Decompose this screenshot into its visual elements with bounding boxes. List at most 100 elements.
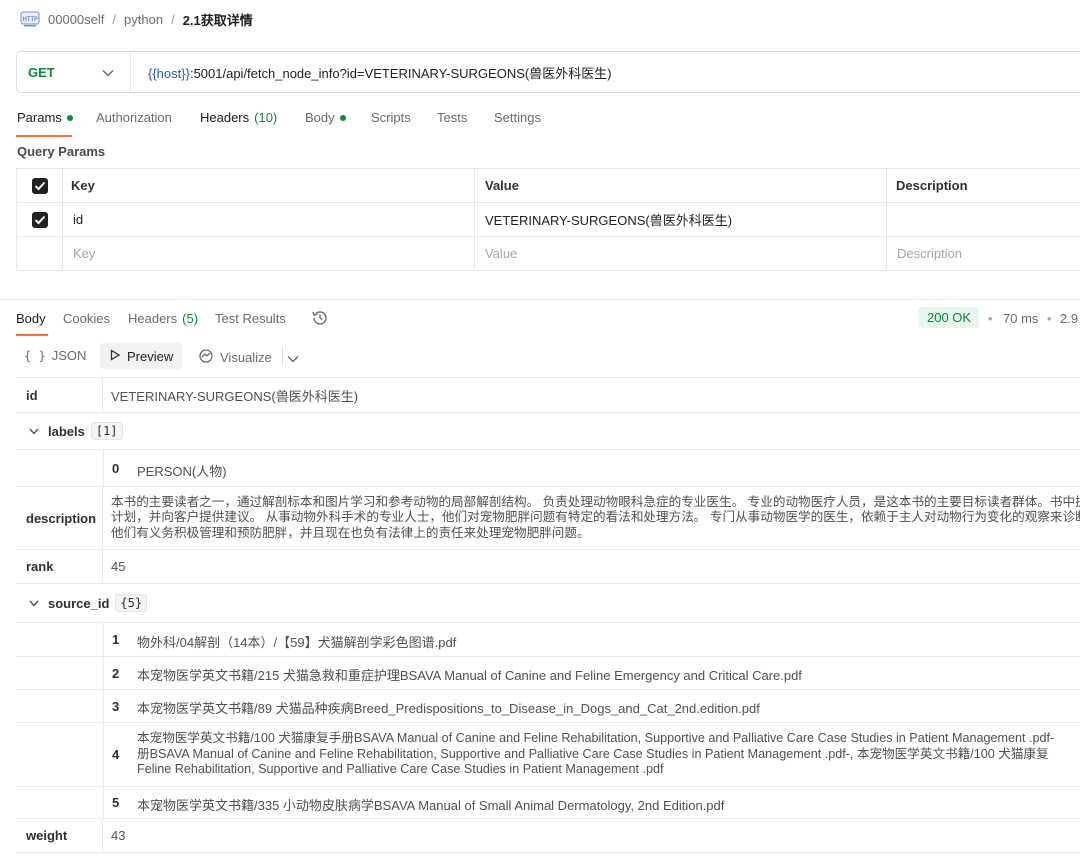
source-line: 册BSAVA Manual of Canine and Feline Rehab… [137, 746, 1049, 761]
new-value-field[interactable]: Value [475, 237, 887, 270]
item-index: 3 [112, 698, 120, 714]
array-count-badge: {5} [115, 594, 148, 612]
response-tab-cookies[interactable]: Cookies [63, 311, 110, 326]
preview-view-button[interactable]: Preview [100, 343, 183, 369]
param-value-field[interactable]: VETERINARY-SURGEONS(兽医外科医生) [475, 203, 887, 236]
param-key-field[interactable]: id [63, 203, 475, 236]
breadcrumb-collection[interactable]: python [124, 12, 163, 27]
response-tab-test-results[interactable]: Test Results [215, 311, 286, 326]
request-title[interactable]: 2.1获取详情 [183, 10, 253, 29]
description-line: 本书的主要读者之一，通过解剖标本和图片学习和参考动物的局部解剖结构。 负责处理动… [111, 494, 1080, 509]
visualize-view-button[interactable]: Visualize [198, 348, 272, 367]
source-item: 3 本宠物医学英文书籍/89 犬猫品种疾病Breed_Predispositio… [16, 689, 1080, 722]
tab-headers-label: Headers [200, 110, 250, 125]
history-icon[interactable] [310, 308, 330, 331]
query-params-table: Key Value Description id VETERINARY-SURG… [16, 168, 1080, 271]
source-line: 本宠物医学英文书籍/100 犬猫康复手册BSAVA Manual of Cani… [137, 731, 1055, 745]
item-value: PERSON(人物) [137, 464, 227, 479]
item-value: 本宠物医学英文书籍/89 犬猫品种疾病Breed_Predispositions… [137, 701, 760, 716]
request-url-bar: GET {{host}}:5001/api/fetch_node_info?id… [16, 51, 1080, 93]
tab-scripts[interactable]: Scripts [371, 110, 411, 125]
result-group-source-id[interactable]: source_id {5} [16, 583, 1080, 622]
chevron-down-icon[interactable] [287, 351, 299, 366]
section-divider [0, 299, 1080, 300]
method-select[interactable]: GET [17, 52, 131, 92]
result-key: labels [48, 423, 85, 439]
result-value: VETERINARY-SURGEONS(兽医外科医生) [111, 388, 359, 404]
braces-icon: { } [24, 348, 46, 363]
param-row: id VETERINARY-SURGEONS(兽医外科医生) [16, 203, 1080, 237]
visualize-view-label: Visualize [220, 350, 272, 365]
column-description-header: Description [896, 178, 968, 193]
source-line: Feline Rehabilitation, Supportive and Pa… [137, 762, 664, 776]
new-key-field[interactable]: Key [63, 237, 475, 270]
json-view-button[interactable]: { } JSON [24, 348, 86, 363]
item-value: 本宠物医学英文书籍/215 犬猫急救和重症护理BSAVA Manual of C… [137, 668, 802, 683]
select-all-checkbox[interactable] [31, 177, 48, 194]
response-tab-test-results-label: Test Results [215, 311, 286, 326]
params-header-row: Key Value Description [16, 169, 1080, 203]
response-tab-headers[interactable]: Headers (5) [128, 311, 198, 326]
item-value: 本宠物医学英文书籍/100 犬猫康复手册BSAVA Manual of Cani… [137, 731, 1054, 778]
tab-tests-label: Tests [437, 110, 468, 125]
item-index: 4 [112, 747, 120, 762]
status-badge[interactable]: 200 OK [919, 307, 980, 328]
param-checkbox-cell [16, 203, 63, 236]
url-path: :5001/api/fetch_node_info?id=VETERINARY-… [189, 65, 612, 81]
breadcrumb-workspace[interactable]: 00000self [48, 12, 104, 27]
result-group-labels[interactable]: labels [1] [16, 412, 1080, 449]
divider [282, 346, 283, 366]
response-size[interactable]: 2.9 [1060, 311, 1078, 326]
item-index: 2 [112, 665, 120, 681]
result-key: rank [16, 550, 103, 583]
chevron-down-icon [102, 65, 114, 80]
tab-headers[interactable]: Headers (10) [200, 110, 277, 125]
result-row-rank: rank 45 [16, 549, 1080, 583]
description-value: 本书的主要读者之一，通过解剖标本和图片学习和参考动物的局部解剖结构。 负责处理动… [111, 487, 1080, 549]
response-time[interactable]: 70 ms [1003, 311, 1038, 326]
preview-view-label: Preview [127, 348, 174, 364]
new-description-field[interactable]: Description [887, 237, 1080, 270]
result-key: source_id [48, 595, 110, 611]
result-key: description [16, 487, 103, 549]
tab-body[interactable]: Body [305, 110, 346, 125]
tab-settings[interactable]: Settings [494, 110, 541, 125]
breadcrumb-separator: / [112, 11, 117, 27]
url-input[interactable]: {{host}}:5001/api/fetch_node_info?id=VET… [131, 63, 612, 82]
item-index: 0 [112, 460, 120, 476]
tab-params-label: Params [17, 110, 62, 125]
json-view-label: JSON [51, 348, 87, 363]
response-tab-body-label: Body [16, 311, 46, 326]
tab-scripts-label: Scripts [371, 110, 411, 125]
tab-settings-label: Settings [494, 110, 541, 125]
item-index: 5 [112, 795, 120, 810]
description-line: 计划，并向客户提供建议。 从事动物外科手术的专业人士，他们对宠物肥胖问题有特定的… [111, 510, 1080, 525]
param-empty-row: Key Value Description [16, 237, 1080, 271]
item-value: 物外科/04解剖（14本）/【59】犬猫解剖学彩色图谱.pdf [137, 635, 457, 650]
param-description-field[interactable] [887, 203, 1080, 236]
tab-params[interactable]: Params [17, 110, 73, 125]
result-row-id: id VETERINARY-SURGEONS(兽医外科医生) [16, 377, 1080, 412]
source-item: 1 物外科/04解剖（14本）/【59】犬猫解剖学彩色图谱.pdf [16, 622, 1080, 656]
result-row-weight: weight 43 [16, 818, 1080, 853]
response-tab-cookies-label: Cookies [63, 311, 110, 326]
source-item: 2 本宠物医学英文书籍/215 犬猫急救和重症护理BSAVA Manual of… [16, 656, 1080, 689]
url-variable: {{host}} [148, 65, 190, 81]
result-value: 45 [111, 559, 126, 574]
query-params-title: Query Params [17, 144, 106, 159]
labels-item: 0 PERSON(人物) [16, 449, 1080, 486]
item-value: 本宠物医学英文书籍/335 小动物皮肤病学BSAVA Manual of Sma… [137, 798, 725, 813]
params-status-dot [66, 114, 73, 121]
select-all-cell [16, 169, 63, 202]
active-response-tab-indicator [16, 334, 48, 336]
response-tab-body[interactable]: Body [16, 311, 46, 326]
tab-tests[interactable]: Tests [437, 110, 467, 125]
chevron-down-icon [28, 600, 40, 607]
tab-authorization[interactable]: Authorization [96, 110, 172, 125]
method-label: GET [28, 64, 55, 80]
param-enabled-checkbox[interactable] [31, 211, 48, 228]
result-key: id [16, 378, 103, 412]
result-key: weight [16, 819, 103, 852]
chevron-down-icon [28, 428, 40, 435]
response-headers-count: (5) [182, 311, 199, 326]
